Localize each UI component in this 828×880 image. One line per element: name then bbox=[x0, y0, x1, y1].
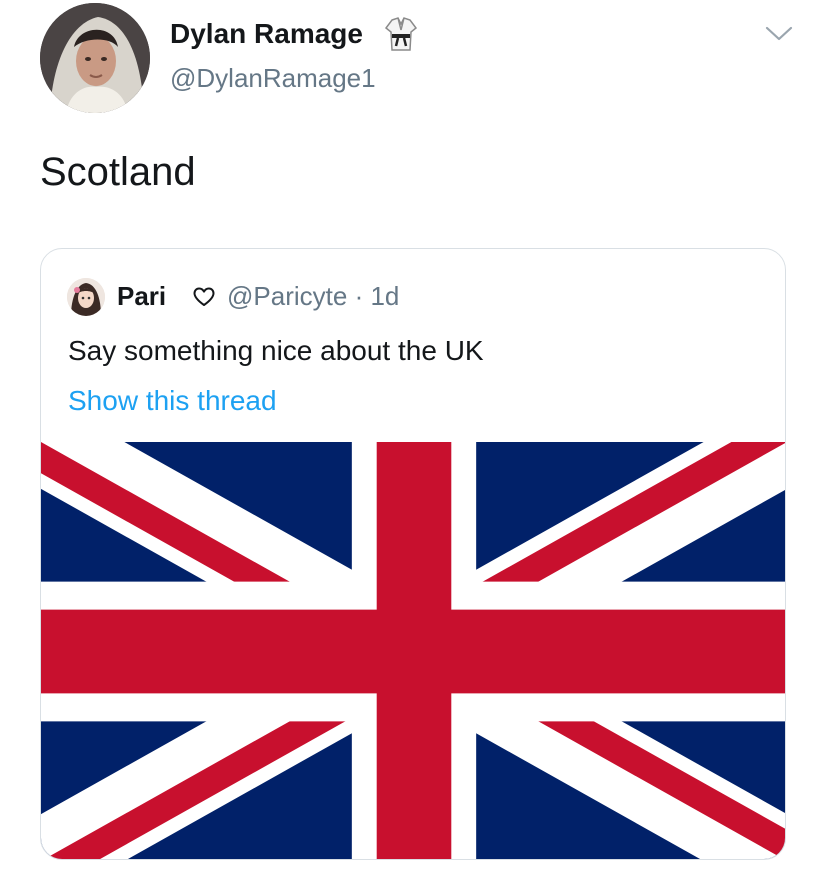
martial-arts-uniform-icon bbox=[384, 17, 418, 51]
author-handle[interactable]: @DylanRamage1 bbox=[170, 63, 376, 94]
chevron-down-icon[interactable] bbox=[764, 24, 794, 44]
union-jack-flag-image[interactable] bbox=[41, 442, 785, 859]
author-avatar[interactable] bbox=[40, 3, 150, 113]
quoted-handle-time: @Paricyte · 1d bbox=[227, 281, 399, 312]
author-display-name[interactable]: Dylan Ramage bbox=[170, 18, 363, 50]
quoted-author-display-name[interactable]: Pari bbox=[117, 281, 166, 312]
show-thread-link[interactable]: Show this thread bbox=[68, 385, 277, 417]
heart-outline-icon bbox=[193, 287, 215, 306]
quoted-timestamp[interactable]: 1d bbox=[370, 281, 399, 311]
quoted-tweet-card[interactable]: Pari @Paricyte · 1d Say something nice a… bbox=[40, 248, 786, 860]
quoted-author-avatar[interactable] bbox=[67, 278, 105, 316]
tweet-text: Scotland bbox=[40, 150, 196, 194]
separator-dot: · bbox=[354, 281, 364, 311]
quoted-author-handle[interactable]: @Paricyte bbox=[227, 281, 347, 311]
quoted-tweet-text: Say something nice about the UK bbox=[68, 335, 484, 366]
tweet: Dylan Ramage @DylanRamage1 Scotland Pari bbox=[0, 0, 828, 880]
